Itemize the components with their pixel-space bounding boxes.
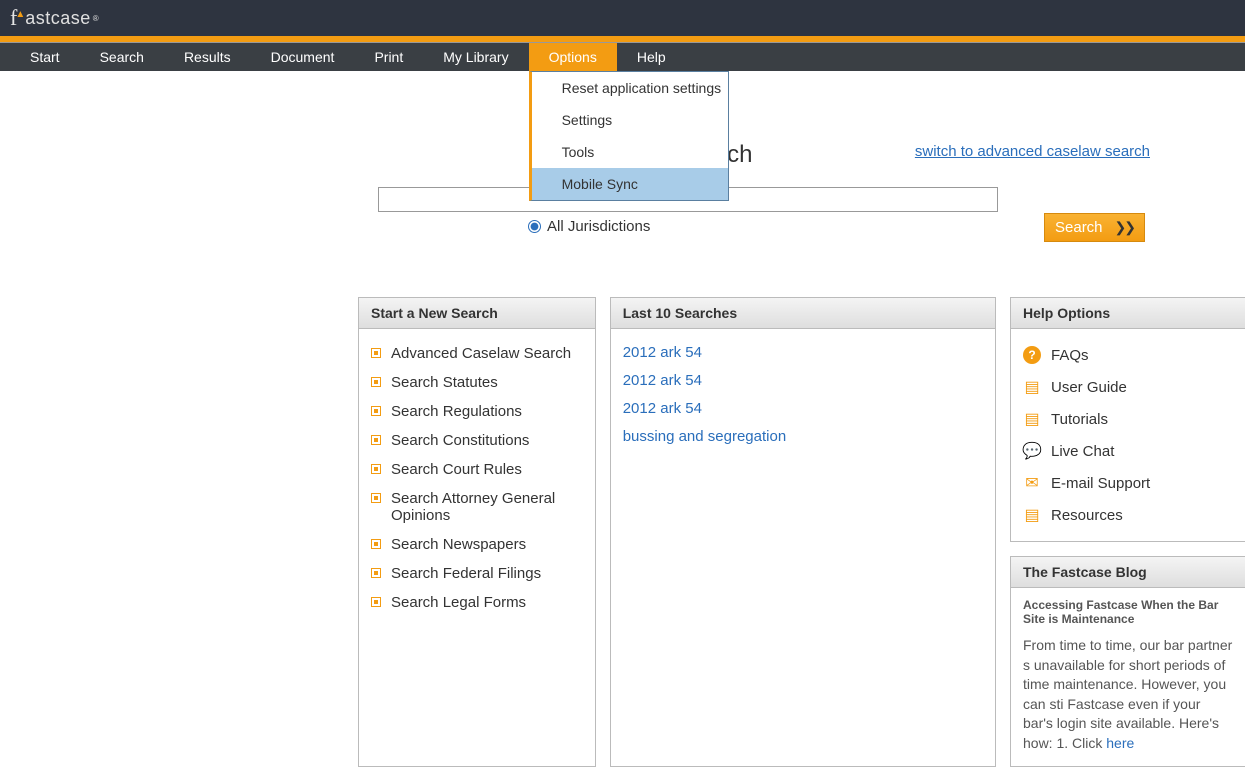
last-10-searches-panel: Last 10 Searches 2012 ark 54 2012 ark 54…	[610, 297, 996, 767]
bullet-icon	[371, 348, 381, 358]
main-nav: Start Search Results Document Print My L…	[0, 43, 1245, 71]
list-item[interactable]: ?FAQs	[1023, 339, 1233, 371]
right-column: Help Options ?FAQs ▤User Guide ▤Tutorial…	[1010, 297, 1245, 767]
bullet-icon	[371, 568, 381, 578]
list-item[interactable]: Search Attorney General Opinions	[371, 484, 583, 530]
all-jurisdictions-label: All Jurisdictions	[547, 218, 650, 235]
search-button[interactable]: Search ❯❯	[1044, 213, 1145, 242]
start-new-search-list: Advanced Caselaw Search Search Statutes …	[371, 339, 583, 617]
bullet-icon	[371, 464, 381, 474]
bullet-icon	[371, 539, 381, 549]
list-item[interactable]: 2012 ark 54	[623, 395, 983, 423]
list-item[interactable]: Search Federal Filings	[371, 559, 583, 588]
bullet-icon	[371, 597, 381, 607]
all-jurisdictions-radio[interactable]	[528, 220, 541, 233]
logo-rest: astcase	[25, 8, 91, 29]
bullet-icon	[371, 493, 381, 503]
list-item[interactable]: Advanced Caselaw Search	[371, 339, 583, 368]
panel-header: Start a New Search	[359, 298, 595, 329]
nav-options[interactable]: Options Reset application settings Setti…	[529, 43, 617, 71]
list-item[interactable]: Search Legal Forms	[371, 588, 583, 617]
panel-header: Last 10 Searches	[611, 298, 995, 329]
options-dropdown: Reset application settings Settings Tool…	[529, 71, 729, 201]
panels-container: Start a New Search Advanced Caselaw Sear…	[0, 297, 1245, 767]
blog-here-link[interactable]: here	[1106, 735, 1134, 751]
flame-icon: ▲	[15, 9, 25, 20]
question-circle-icon: ?	[1023, 346, 1041, 364]
list-item[interactable]: 2012 ark 54	[623, 339, 983, 367]
nav-results[interactable]: Results	[164, 43, 251, 71]
list-item[interactable]: ▤Tutorials	[1023, 403, 1233, 435]
document-icon: ▤	[1023, 410, 1041, 428]
top-header: f ▲ astcase ®	[0, 0, 1245, 36]
advanced-search-link[interactable]: switch to advanced caselaw search	[915, 143, 1150, 160]
blog-post-body: From time to time, our bar partner s una…	[1011, 630, 1245, 766]
start-new-search-panel: Start a New Search Advanced Caselaw Sear…	[358, 297, 596, 767]
list-item[interactable]: Search Statutes	[371, 368, 583, 397]
nav-start[interactable]: Start	[10, 43, 80, 71]
nav-print[interactable]: Print	[354, 43, 423, 71]
nav-my-library[interactable]: My Library	[423, 43, 528, 71]
list-item[interactable]: Search Constitutions	[371, 426, 583, 455]
chat-icon: 💬	[1023, 442, 1041, 460]
document-icon: ▤	[1023, 378, 1041, 396]
list-item[interactable]: ▤Resources	[1023, 499, 1233, 531]
list-item[interactable]: Search Regulations	[371, 397, 583, 426]
logo-reg: ®	[93, 14, 99, 23]
list-item[interactable]: bussing and segregation	[623, 423, 983, 451]
panel-header: The Fastcase Blog	[1011, 557, 1245, 588]
list-item[interactable]: ▤User Guide	[1023, 371, 1233, 403]
bullet-icon	[371, 377, 381, 387]
dropdown-tools[interactable]: Tools	[532, 136, 728, 168]
blog-panel: The Fastcase Blog Accessing Fastcase Whe…	[1010, 556, 1245, 767]
list-item[interactable]: 💬Live Chat	[1023, 435, 1233, 467]
bullet-icon	[371, 406, 381, 416]
document-icon: ▤	[1023, 506, 1041, 524]
list-item[interactable]: 2012 ark 54	[623, 367, 983, 395]
chevron-right-icon: ❯❯	[1115, 219, 1134, 236]
dropdown-settings[interactable]: Settings	[532, 104, 728, 136]
mail-icon: ✉	[1023, 474, 1041, 492]
dropdown-mobile-sync[interactable]: Mobile Sync	[532, 168, 728, 200]
nav-document[interactable]: Document	[251, 43, 355, 71]
search-history-list: 2012 ark 54 2012 ark 54 2012 ark 54 buss…	[623, 339, 983, 451]
help-list: ?FAQs ▤User Guide ▤Tutorials 💬Live Chat …	[1023, 339, 1233, 531]
bullet-icon	[371, 435, 381, 445]
nav-help[interactable]: Help	[617, 43, 686, 71]
logo[interactable]: f ▲ astcase ®	[10, 5, 99, 31]
list-item[interactable]: ✉E-mail Support	[1023, 467, 1233, 499]
dropdown-reset-settings[interactable]: Reset application settings	[532, 72, 728, 104]
help-options-panel: Help Options ?FAQs ▤User Guide ▤Tutorial…	[1010, 297, 1245, 542]
panel-header: Help Options	[1011, 298, 1245, 329]
list-item[interactable]: Search Newspapers	[371, 530, 583, 559]
blog-post-title: Accessing Fastcase When the Bar Site is …	[1011, 588, 1245, 630]
nav-search[interactable]: Search	[80, 43, 164, 71]
list-item[interactable]: Search Court Rules	[371, 455, 583, 484]
